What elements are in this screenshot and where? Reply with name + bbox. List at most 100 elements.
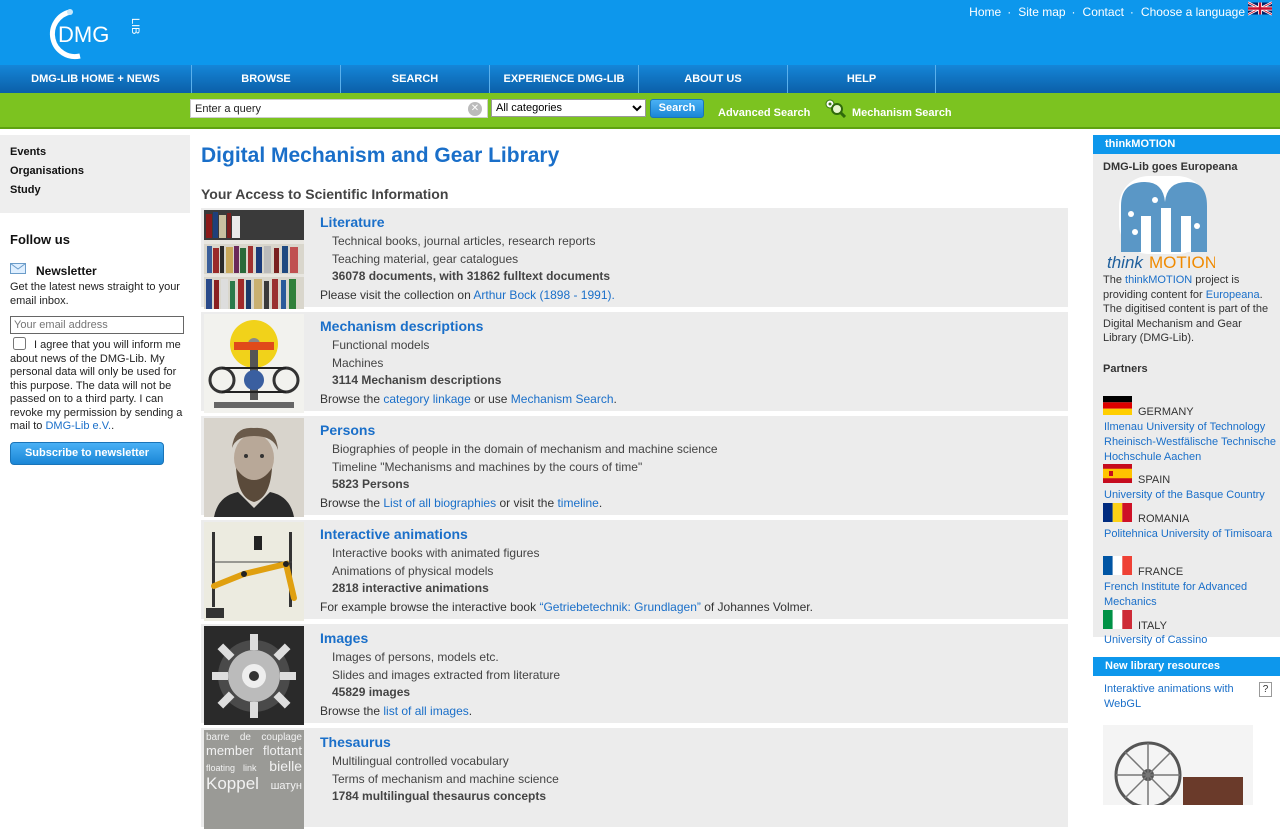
entry-count: 5823 Persons bbox=[332, 477, 410, 491]
partner-link[interactable]: University of Cassino bbox=[1104, 633, 1276, 648]
nav-about[interactable]: ABOUT US bbox=[639, 65, 788, 93]
sitemap-link[interactable]: Site map bbox=[1018, 5, 1065, 19]
left-nav-events[interactable]: Events bbox=[10, 143, 180, 162]
mechanism-search-link[interactable]: Mechanism Search bbox=[852, 107, 952, 119]
thinkmotion-logo[interactable]: think MOTION bbox=[1105, 176, 1215, 270]
clear-icon[interactable]: ✕ bbox=[468, 102, 482, 116]
mechanism-search-entry-link[interactable]: Mechanism Search bbox=[511, 392, 614, 406]
nav-experience[interactable]: EXPERIENCE DMG-LIB bbox=[490, 65, 639, 93]
dmglib-ev-link[interactable]: DMG-Lib e.V. bbox=[45, 420, 111, 432]
animation-model-image[interactable] bbox=[204, 522, 304, 621]
query-box: ✕ bbox=[190, 99, 488, 118]
uk-flag-icon[interactable] bbox=[1248, 1, 1272, 16]
left-sidebar: Events Organisations Study Follow us New… bbox=[0, 135, 190, 800]
envelope-icon bbox=[10, 263, 26, 274]
cloud-word: link bbox=[243, 763, 257, 773]
partner-link[interactable]: French Institute for Advanced Mechanics bbox=[1104, 580, 1276, 610]
email-field[interactable] bbox=[10, 316, 184, 334]
category-select[interactable]: All categories bbox=[491, 99, 646, 117]
subscribe-button[interactable]: Subscribe to newsletter bbox=[10, 442, 164, 465]
search-input[interactable] bbox=[191, 100, 461, 117]
nav-help[interactable]: HELP bbox=[788, 65, 936, 93]
entry-title[interactable]: Persons bbox=[320, 422, 375, 438]
home-link[interactable]: Home bbox=[969, 5, 1001, 19]
left-nav: Events Organisations Study bbox=[0, 135, 190, 213]
cloud-word: couplage bbox=[261, 732, 302, 743]
page-subtitle: Your Access to Scientific Information bbox=[201, 186, 449, 202]
germany-flag-icon bbox=[1103, 396, 1132, 415]
search-bar: ✕ All categories Search Advanced Search … bbox=[0, 93, 1280, 129]
entry-title[interactable]: Mechanism descriptions bbox=[320, 318, 483, 334]
left-nav-organisations[interactable]: Organisations bbox=[10, 162, 180, 181]
cloud-word: шатун bbox=[270, 780, 302, 792]
main-content: Digital Mechanism and Gear Library Your … bbox=[190, 135, 1090, 829]
entry-line: Technical books, journal articles, resea… bbox=[332, 234, 596, 248]
getriebetechnik-link[interactable]: “Getriebetechnik: Grundlagen” bbox=[539, 600, 700, 614]
europeana-link[interactable]: Europeana bbox=[1206, 289, 1260, 301]
entry-title[interactable]: Literature bbox=[320, 214, 385, 230]
nav-home[interactable]: DMG-LIB HOME + NEWS bbox=[0, 65, 192, 93]
thesaurus-wordcloud[interactable]: barre de couplage member flottant floating l… bbox=[204, 730, 304, 829]
entry-title[interactable]: Thesaurus bbox=[320, 734, 391, 750]
spain-flag-icon bbox=[1103, 464, 1132, 483]
entry-count: 45829 images bbox=[332, 685, 411, 699]
biographies-link[interactable]: List of all biographies bbox=[383, 496, 496, 510]
partners-heading: Partners bbox=[1103, 363, 1148, 375]
dmg-lib-logo[interactable]: DMG LIB bbox=[40, 4, 140, 62]
top-links: Home · Site map · Contact · Choose a lan… bbox=[966, 1, 1272, 19]
italy-flag-icon bbox=[1103, 610, 1132, 629]
category-linkage-link[interactable]: category linkage bbox=[383, 392, 470, 406]
cloud-word: member bbox=[206, 743, 254, 758]
entry-count: 3114 Mechanism descriptions bbox=[332, 373, 502, 387]
logo-think: think bbox=[1107, 253, 1144, 270]
webgl-animations-link[interactable]: Interaktive animations with WebGL bbox=[1104, 682, 1254, 712]
left-nav-study[interactable]: Study bbox=[10, 181, 180, 200]
entry-mechanisms: Mechanism descriptions Functional models… bbox=[201, 312, 1068, 413]
timeline-link[interactable]: timeline bbox=[557, 496, 598, 510]
entry-line: Machines bbox=[332, 356, 384, 370]
entry-line: Timeline "Mechanisms and machines by the… bbox=[332, 460, 643, 474]
entry-line: Biographies of people in the domain of m… bbox=[332, 442, 718, 456]
follow-us-heading: Follow us bbox=[10, 232, 70, 247]
new-resources-header: New library resources bbox=[1093, 657, 1280, 676]
entry-footer: Browse the List of all biographies or vi… bbox=[320, 496, 603, 510]
mechanism-model-image[interactable] bbox=[204, 314, 304, 413]
nav-search[interactable]: SEARCH bbox=[341, 65, 490, 93]
language-link[interactable]: Choose a language bbox=[1141, 5, 1245, 19]
logo-motion: MOTION bbox=[1149, 253, 1215, 270]
agree-text: I agree that you will inform me about ne… bbox=[10, 339, 183, 432]
partner-country: FRANCE bbox=[1138, 566, 1184, 578]
bookshelf-image[interactable] bbox=[204, 210, 304, 309]
logo-text: DMG bbox=[58, 22, 109, 47]
portrait-image[interactable] bbox=[204, 418, 304, 517]
entry-line: Slides and images extracted from literat… bbox=[332, 668, 561, 682]
partner-country: ROMANIA bbox=[1138, 513, 1190, 525]
entry-footer: Browse the list of all images. bbox=[320, 704, 473, 718]
contact-link[interactable]: Contact bbox=[1083, 5, 1124, 19]
arthur-bock-link[interactable]: Arthur Bock (1898 - 1991). bbox=[473, 288, 614, 302]
resource-thumbnail[interactable] bbox=[1103, 725, 1253, 805]
thinkmotion-subhead: DMG-Lib goes Europeana bbox=[1103, 161, 1238, 173]
partner-country: ITALY bbox=[1138, 620, 1167, 632]
search-button[interactable]: Search bbox=[650, 99, 704, 118]
gear-photo-image[interactable] bbox=[204, 626, 304, 725]
advanced-search-link[interactable]: Advanced Search bbox=[718, 107, 810, 119]
nav-browse[interactable]: BROWSE bbox=[192, 65, 341, 93]
partner-link[interactable]: Politehnica University of Timisoara bbox=[1104, 527, 1276, 542]
partner-link[interactable]: Rheinisch-Westfälische Technische Hochsc… bbox=[1104, 435, 1276, 465]
partner-link[interactable]: University of the Basque Country bbox=[1104, 488, 1276, 503]
help-icon[interactable]: ? bbox=[1259, 682, 1272, 697]
cloud-word: Koppel bbox=[206, 774, 259, 793]
partner-link[interactable]: Ilmenau University of Technology bbox=[1104, 420, 1276, 435]
gear-magnifier-icon[interactable] bbox=[824, 98, 846, 118]
thinkmotion-box: DMG-Lib goes Europeana think MOTION The … bbox=[1093, 154, 1280, 646]
all-images-link[interactable]: list of all images bbox=[383, 704, 468, 718]
entry-footer: For example browse the interactive book … bbox=[320, 600, 813, 614]
entry-title[interactable]: Images bbox=[320, 630, 368, 646]
entry-persons: Persons Biographies of people in the dom… bbox=[201, 416, 1068, 517]
entry-literature: Literature Technical books, journal arti… bbox=[201, 208, 1068, 309]
entry-animations: Interactive animations Interactive books… bbox=[201, 520, 1068, 621]
entry-title[interactable]: Interactive animations bbox=[320, 526, 468, 542]
cloud-word: barre bbox=[206, 732, 230, 743]
thinkmotion-link[interactable]: thinkMOTION bbox=[1125, 274, 1192, 286]
